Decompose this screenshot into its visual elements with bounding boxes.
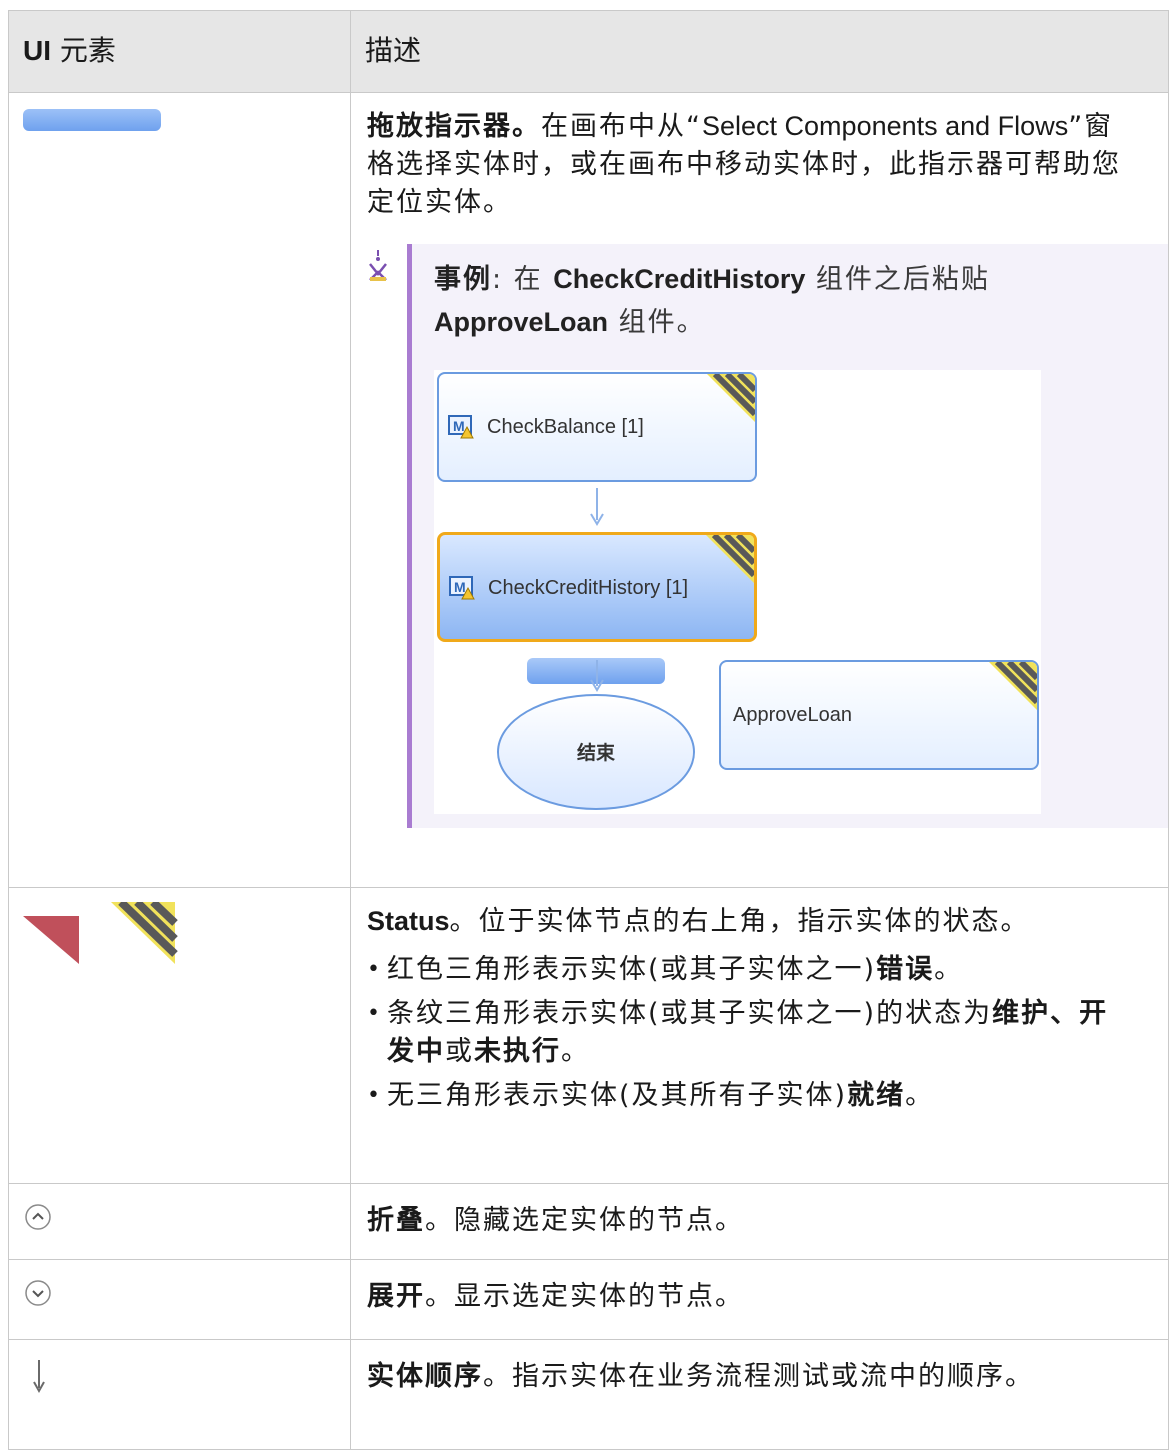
example-mid: 组件之后粘贴 [805, 264, 990, 295]
node-label: CheckBalance [1] [487, 416, 644, 438]
ui-element-table: UI 元素 描述 拖放指示器。在画布中从“Select Components a… [8, 10, 1169, 1450]
example-diagram: M CheckBalance [1] M CheckCreditHistory … [434, 370, 1041, 814]
list-item: 红色三角形表示实体(或其子实体之一)错误。 [367, 951, 1118, 989]
list-item: 无三角形表示实体(及其所有子实体)就绪。 [367, 1077, 1118, 1115]
description-cell: Status。位于实体节点的右上角，指示实体的状态。 红色三角形表示实体(或其子… [350, 887, 1169, 1184]
description-cell: 展开。显示选定实体的节点。 [350, 1259, 1169, 1340]
example-component-2: ApproveLoan [434, 307, 609, 337]
table-row-status: Status。位于实体节点的右上角，指示实体的状态。 红色三角形表示实体(或其子… [8, 887, 1169, 1184]
expand-desc: 。显示选定实体的节点。 [425, 1281, 744, 1312]
description-cell: 实体顺序。指示实体在业务流程测试或流中的顺序。 [350, 1339, 1169, 1450]
collapse-title: 折叠 [367, 1205, 425, 1236]
order-title: 实体顺序 [367, 1361, 483, 1392]
collapse-desc: 。隐藏选定实体的节点。 [425, 1205, 744, 1236]
example-sep: : 在 [492, 264, 554, 295]
status-stripe-icon [989, 662, 1037, 710]
description-cell: 拖放指示器。在画布中从“Select Components and Flows”… [350, 92, 1169, 888]
ui-element-cell [8, 1339, 351, 1450]
expand-icon [25, 1280, 51, 1306]
end-node: 结束 [497, 694, 695, 810]
status-stripe-icon [707, 374, 755, 422]
order-arrow-icon [590, 660, 604, 692]
header-ui-label: UI [23, 35, 51, 66]
drop-desc-pre: 在画布中从“ [541, 111, 702, 142]
node-check-balance: M CheckBalance [1] [437, 372, 757, 482]
component-icon: M [448, 575, 476, 601]
node-label: ApproveLoan [733, 704, 852, 726]
ui-element-cell [8, 887, 351, 1184]
ui-element-cell [8, 1259, 351, 1340]
example-icon [367, 244, 399, 828]
status-title: Status [367, 906, 450, 936]
collapse-icon [25, 1204, 51, 1230]
status-triangles-icon [23, 899, 178, 964]
table-row-collapse: 折叠。隐藏选定实体的节点。 [8, 1183, 1169, 1260]
example-end: 组件。 [608, 307, 706, 338]
header-ui-suffix: 元素 [51, 34, 116, 67]
component-icon: M [447, 414, 475, 440]
example-label: 事例 [434, 264, 492, 295]
example-component-1: CheckCreditHistory [553, 264, 806, 294]
svg-text:M: M [454, 579, 466, 595]
order-arrow-icon [590, 488, 604, 526]
drop-desc-latin: Select Components and Flows [702, 111, 1069, 141]
table-row-drop-indicator: 拖放指示器。在画布中从“Select Components and Flows”… [8, 92, 1169, 888]
list-item: 条纹三角形表示实体(或其子实体之一)的状态为维护、开发中或未执行。 [367, 995, 1118, 1071]
node-label: CheckCreditHistory [1] [488, 577, 689, 599]
status-list: 红色三角形表示实体(或其子实体之一)错误。 条纹三角形表示实体(或其子实体之一)… [367, 951, 1118, 1115]
status-stripe-icon [706, 535, 754, 583]
node-approve-loan: ApproveLoan [719, 660, 1039, 770]
status-desc: 。位于实体节点的右上角，指示实体的状态。 [449, 906, 1030, 937]
ui-element-cell [8, 1183, 351, 1260]
example-body: 事例: 在 CheckCreditHistory 组件之后粘贴 ApproveL… [407, 244, 1168, 828]
table-row-order: 实体顺序。指示实体在业务流程测试或流中的顺序。 [8, 1339, 1169, 1450]
ui-element-cell [8, 92, 351, 888]
table-header-row: UI 元素 描述 [8, 10, 1169, 93]
node-check-credit-history: M CheckCreditHistory [1] [437, 532, 757, 642]
drop-indicator-icon [23, 109, 161, 131]
example-note: 事例: 在 CheckCreditHistory 组件之后粘贴 ApproveL… [367, 244, 1168, 828]
expand-title: 展开 [367, 1281, 425, 1312]
end-label: 结束 [576, 742, 615, 764]
svg-text:M: M [453, 418, 465, 434]
table-row-expand: 展开。显示选定实体的节点。 [8, 1259, 1169, 1340]
order-arrow-icon [33, 1360, 45, 1394]
header-ui-element: UI 元素 [8, 10, 351, 93]
description-cell: 折叠。隐藏选定实体的节点。 [350, 1183, 1169, 1260]
header-description: 描述 [350, 10, 1169, 93]
drop-title: 拖放指示器。 [367, 111, 541, 142]
header-desc-label: 描述 [365, 34, 422, 67]
order-desc: 。指示实体在业务流程测试或流中的顺序。 [483, 1361, 1034, 1392]
